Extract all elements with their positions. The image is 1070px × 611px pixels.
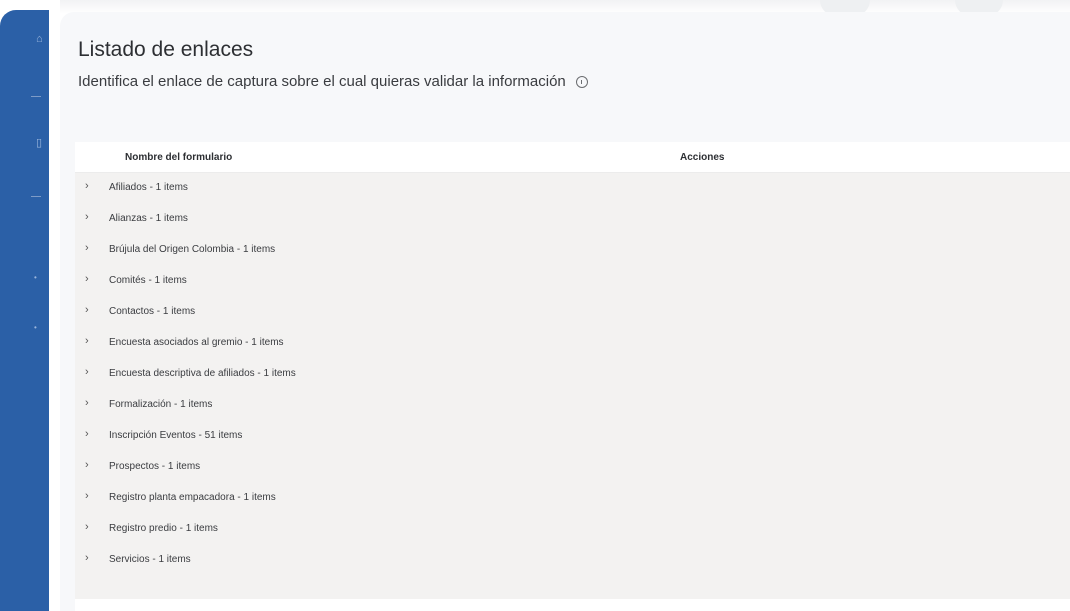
chevron-right-icon[interactable]: › bbox=[85, 243, 89, 254]
row-label: Prospectos - 1 items bbox=[109, 461, 201, 472]
info-icon[interactable] bbox=[575, 76, 588, 88]
row-label: Servicios - 1 items bbox=[109, 554, 191, 565]
column-header-actions: Acciones bbox=[680, 152, 725, 163]
chevron-right-icon[interactable]: › bbox=[85, 367, 89, 378]
chevron-right-icon[interactable]: › bbox=[85, 398, 89, 409]
row-label: Contactos - 1 items bbox=[109, 306, 196, 317]
page-subtitle: Identifica el enlace de captura sobre el… bbox=[78, 73, 588, 90]
chevron-right-icon[interactable]: › bbox=[85, 522, 89, 533]
chevron-right-icon[interactable]: › bbox=[85, 305, 89, 316]
sidebar-divider bbox=[31, 196, 41, 197]
column-header-name[interactable]: Nombre del formulario bbox=[125, 152, 232, 163]
page-title: Listado de enlaces bbox=[78, 38, 254, 61]
chevron-right-icon[interactable]: › bbox=[85, 212, 89, 223]
table-row[interactable]: › Encuesta asociados al gremio - 1 items bbox=[75, 328, 1070, 359]
table-footer bbox=[75, 599, 1070, 611]
table-row[interactable]: › Contactos - 1 items bbox=[75, 297, 1070, 328]
table-row[interactable]: › Formalización - 1 items bbox=[75, 390, 1070, 421]
row-label: Comités - 1 items bbox=[109, 275, 187, 286]
chevron-right-icon[interactable]: › bbox=[85, 181, 89, 192]
app-frame: ⌂ ▯ • • Listado de enlaces Identifica el… bbox=[0, 0, 1070, 611]
table-row[interactable]: › Alianzas - 1 items bbox=[75, 204, 1070, 235]
chevron-right-icon[interactable]: › bbox=[85, 460, 89, 471]
chevron-right-icon[interactable]: › bbox=[85, 429, 89, 440]
row-label: Afiliados - 1 items bbox=[109, 182, 188, 193]
table-row[interactable]: › Registro predio - 1 items bbox=[75, 514, 1070, 545]
row-label: Registro planta empacadora - 1 items bbox=[109, 492, 276, 503]
sidebar: ⌂ ▯ • • bbox=[0, 10, 49, 611]
links-table: Nombre del formulario Acciones › Afiliad… bbox=[75, 142, 1070, 599]
table-row[interactable]: › Comités - 1 items bbox=[75, 266, 1070, 297]
row-label: Registro predio - 1 items bbox=[109, 523, 218, 534]
chevron-right-icon[interactable]: › bbox=[85, 274, 89, 285]
sidebar-divider bbox=[31, 96, 41, 97]
row-label: Inscripción Eventos - 51 items bbox=[109, 430, 243, 441]
table-header: Nombre del formulario Acciones bbox=[75, 142, 1070, 173]
home-icon[interactable]: ⌂ bbox=[36, 34, 43, 45]
row-label: Brújula del Origen Colombia - 1 items bbox=[109, 244, 276, 255]
chevron-right-icon[interactable]: › bbox=[85, 491, 89, 502]
dot-icon[interactable]: • bbox=[34, 272, 37, 283]
chevron-right-icon[interactable]: › bbox=[85, 553, 89, 564]
table-row[interactable]: › Afiliados - 1 items bbox=[75, 173, 1070, 204]
dot-icon[interactable]: • bbox=[34, 322, 37, 333]
table-row[interactable]: › Brújula del Origen Colombia - 1 items bbox=[75, 235, 1070, 266]
row-label: Encuesta descriptiva de afiliados - 1 it… bbox=[109, 368, 296, 379]
row-label: Encuesta asociados al gremio - 1 items bbox=[109, 337, 284, 348]
table-row[interactable]: › Servicios - 1 items bbox=[75, 545, 1070, 576]
document-icon[interactable]: ▯ bbox=[36, 138, 42, 149]
subtitle-text: Identifica el enlace de captura sobre el… bbox=[78, 73, 566, 90]
table-row[interactable]: › Inscripción Eventos - 51 items bbox=[75, 421, 1070, 452]
row-label: Formalización - 1 items bbox=[109, 399, 213, 410]
table-row[interactable]: › Prospectos - 1 items bbox=[75, 452, 1070, 483]
table-row[interactable]: › Registro planta empacadora - 1 items bbox=[75, 483, 1070, 514]
row-label: Alianzas - 1 items bbox=[109, 213, 188, 224]
chevron-right-icon[interactable]: › bbox=[85, 336, 89, 347]
table-row[interactable]: › Encuesta descriptiva de afiliados - 1 … bbox=[75, 359, 1070, 390]
